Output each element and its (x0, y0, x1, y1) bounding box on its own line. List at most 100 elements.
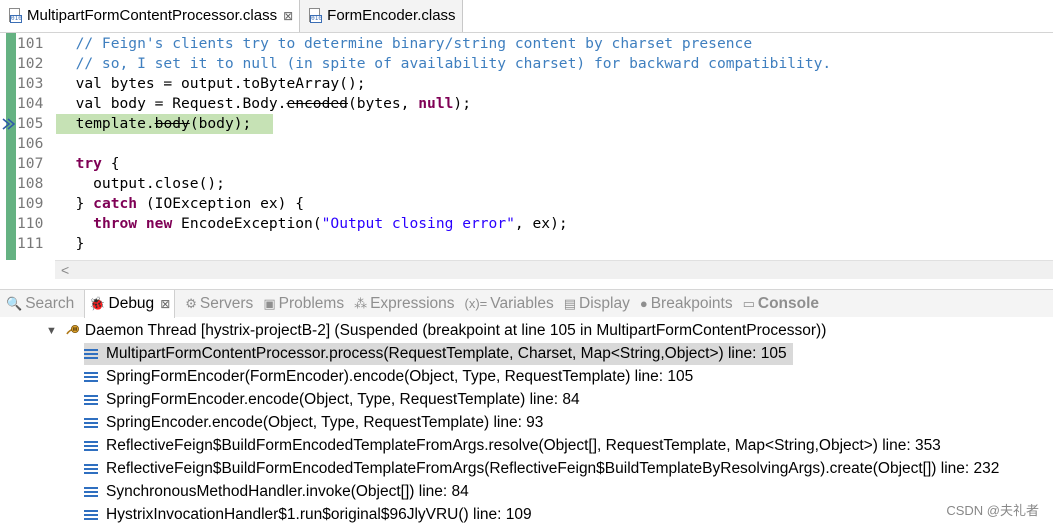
instruction-pointer-icon (2, 118, 16, 130)
line-number: 105 (17, 115, 44, 132)
code-token: encoded (286, 95, 348, 112)
code-token: "Output closing error" (321, 215, 515, 232)
stack-frame-label: SpringEncoder.encode(Object, Type, Reque… (106, 414, 544, 431)
tab-debug[interactable]: 🐞 Debug ⊠ (84, 289, 176, 318)
code-line[interactable]: 109 } catch (IOException ex) { (0, 194, 1053, 214)
code-token: val bytes = output.toByteArray(); (58, 75, 366, 92)
problems-icon: ▣ (263, 295, 276, 311)
line-number: 104 (17, 95, 44, 112)
stack-frame-label: HystrixInvocationHandler$1.run$original$… (106, 506, 532, 523)
suspended-thread-icon (66, 325, 79, 335)
stack-frame-icon (84, 348, 98, 360)
code-line[interactable]: 104 val body = Request.Body.encoded(byte… (0, 94, 1053, 114)
stack-frame-icon (84, 417, 98, 429)
stack-frame[interactable]: HystrixInvocationHandler$1.run$original$… (84, 504, 538, 526)
close-icon[interactable]: ⊠ (160, 297, 170, 311)
code-line[interactable]: 101 // Feign's clients try to determine … (0, 34, 1053, 54)
code-line[interactable]: 105 template.body(body); (0, 114, 1053, 134)
code-token: (body); (189, 115, 252, 132)
code-text: throw new EncodeException("Output closin… (58, 214, 568, 234)
code-token: , ex); (514, 215, 568, 232)
code-token: } (58, 235, 85, 252)
stack-frame[interactable]: ReflectiveFeign$BuildFormEncodedTemplate… (84, 458, 1005, 480)
stack-frame-label: ReflectiveFeign$BuildFormEncodedTemplate… (106, 460, 1000, 477)
thread-node[interactable]: ▼ Daemon Thread [hystrix-projectB-2] (Su… (46, 320, 826, 342)
tab-console[interactable]: ▭ Console (743, 290, 819, 318)
code-text: } catch (IOException ex) { (58, 194, 304, 214)
code-line[interactable]: 110 throw new EncodeException("Output cl… (0, 214, 1053, 234)
code-text: val body = Request.Body.encoded(bytes, n… (58, 94, 471, 114)
debug-icon: 🐞 (89, 295, 106, 311)
tab-display[interactable]: ▤ Display (564, 290, 630, 318)
line-number: 107 (17, 155, 44, 172)
stack-frame-label: MultipartFormContentProcessor.process(Re… (106, 345, 787, 362)
expressions-icon: ⁂ (354, 295, 368, 311)
stack-frame-icon (84, 509, 98, 521)
code-text: val bytes = output.toByteArray(); (58, 74, 366, 94)
code-token: // so, I set it to null (in spite of ava… (58, 55, 832, 72)
code-token: val body = Request.Body. (58, 95, 287, 112)
class-file-icon: 010 (8, 7, 22, 24)
code-line[interactable]: 102 // so, I set it to null (in spite of… (0, 54, 1053, 74)
stack-frame[interactable]: MultipartFormContentProcessor.process(Re… (84, 343, 793, 365)
variables-icon: (x)= (464, 296, 488, 311)
code-token: new (145, 215, 173, 232)
code-editor[interactable]: 101 // Feign's clients try to determine … (0, 33, 1053, 260)
code-line[interactable]: 108 output.close(); (0, 174, 1053, 194)
code-token: } (58, 195, 94, 212)
code-line[interactable]: 107 try { (0, 154, 1053, 174)
editor-tab-bar: 010 MultipartFormContentProcessor.class … (0, 0, 1053, 33)
tab-label: Problems (278, 294, 345, 312)
code-token: try (75, 155, 102, 172)
stack-frame-icon (84, 440, 98, 452)
stack-frame-icon (84, 463, 98, 475)
code-line[interactable]: 111 } (0, 234, 1053, 254)
chevron-down-icon[interactable]: ▼ (46, 325, 57, 337)
tab-label: MultipartFormContentProcessor.class (27, 7, 278, 24)
code-text: output.close(); (58, 174, 225, 194)
stack-frame-label: SynchronousMethodHandler.invoke(Object[]… (106, 483, 469, 500)
code-token: catch (93, 195, 138, 212)
thread-label: Daemon Thread [hystrix-projectB-2] (Susp… (84, 322, 827, 339)
horizontal-scrollbar[interactable]: < (55, 260, 1053, 279)
code-token: EncodeException( (172, 215, 322, 232)
line-number: 111 (17, 235, 44, 252)
code-token: throw (93, 215, 138, 232)
tab-variables[interactable]: (x)= Variables (465, 290, 554, 318)
line-number: 108 (17, 175, 44, 192)
tab-label: Search (25, 294, 75, 312)
tab-problems[interactable]: ▣ Problems (263, 290, 344, 318)
code-token: body (154, 115, 190, 132)
debug-tree: ▼ Daemon Thread [hystrix-projectB-2] (Su… (0, 318, 1053, 527)
tab-expressions[interactable]: ⁂ Expressions (354, 290, 454, 318)
tab-form-encoder[interactable]: 010 FormEncoder.class (300, 0, 463, 32)
tab-label: Variables (490, 294, 554, 312)
stack-frame[interactable]: SpringFormEncoder.encode(Object, Type, R… (84, 389, 586, 411)
stack-frame[interactable]: SynchronousMethodHandler.invoke(Object[]… (84, 481, 475, 503)
stack-frame[interactable]: ReflectiveFeign$BuildFormEncodedTemplate… (84, 435, 947, 457)
stack-frame-icon (84, 394, 98, 406)
tab-label: Breakpoints (650, 294, 733, 312)
code-line[interactable]: 103 val bytes = output.toByteArray(); (0, 74, 1053, 94)
code-text: } (58, 234, 85, 254)
tab-servers[interactable]: ⚙ Servers (185, 290, 253, 318)
code-line[interactable]: 106 (0, 134, 1053, 154)
tab-label: Console (757, 294, 820, 312)
close-icon[interactable]: ⊠ (283, 9, 293, 23)
line-number: 110 (17, 215, 44, 232)
tab-search[interactable]: 🔍 Search (6, 290, 74, 318)
line-number: 103 (17, 75, 44, 92)
tab-label: Servers (199, 294, 254, 312)
stack-frame[interactable]: SpringEncoder.encode(Object, Type, Reque… (84, 412, 549, 434)
code-token: null (418, 95, 454, 112)
tab-label: Expressions (370, 294, 455, 312)
stack-frame[interactable]: SpringFormEncoder(FormEncoder).encode(Ob… (84, 366, 699, 388)
tab-breakpoints[interactable]: ● Breakpoints (640, 290, 733, 318)
code-token: { (101, 155, 120, 172)
tab-multipart-form-content-processor[interactable]: 010 MultipartFormContentProcessor.class … (0, 0, 301, 32)
breakpoints-icon: ● (639, 296, 648, 311)
scroll-left-icon[interactable]: < (61, 262, 69, 278)
code-token: (bytes, (347, 95, 419, 112)
